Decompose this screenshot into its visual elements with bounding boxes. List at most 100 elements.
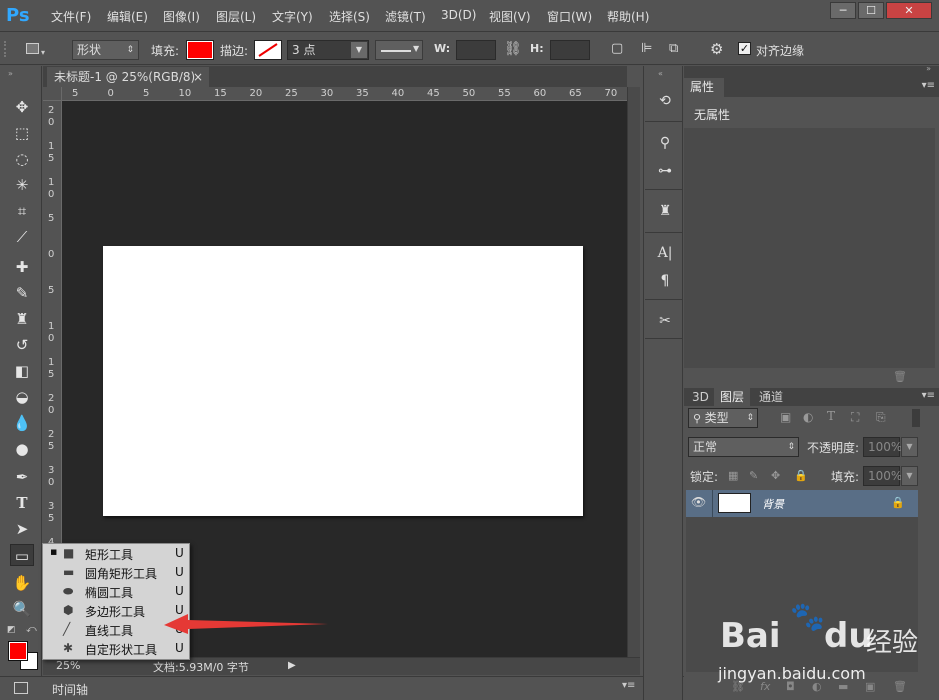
eraser-icon[interactable]: ◧ [10, 360, 34, 382]
link-icon[interactable]: ⛓ [504, 41, 522, 57]
collapse-arrows-icon[interactable]: » [926, 64, 931, 73]
zoom-tool-icon[interactable]: 🔍 [10, 598, 34, 620]
swap-colors-icon[interactable]: ⤺ [26, 624, 37, 635]
trash-icon[interactable]: 🗑 [893, 370, 907, 383]
height-field[interactable] [550, 40, 590, 60]
foreground-color-swatch[interactable] [8, 641, 28, 661]
timeline-menu-icon[interactable]: ▾≡ [622, 680, 635, 691]
stroke-type-select[interactable]: ▼ [375, 40, 423, 60]
menu-edit[interactable]: 编辑(E) [107, 8, 148, 25]
close-tab-icon[interactable]: × [193, 67, 203, 87]
menu-image[interactable]: 图像(I) [163, 8, 200, 25]
timeline-icon[interactable] [14, 682, 28, 694]
default-colors-icon[interactable]: ◩ [7, 625, 16, 635]
move-tool-icon[interactable]: ✥ [10, 96, 34, 118]
tab-layers[interactable]: 图层 [714, 388, 751, 406]
document-canvas[interactable] [103, 246, 583, 516]
blend-mode-select[interactable]: 正常 ⇕ [688, 437, 799, 457]
menu-file[interactable]: 文件(F) [51, 8, 91, 25]
healing-brush-icon[interactable]: ✚ [10, 256, 34, 278]
eye-icon[interactable]: 👁 [691, 495, 706, 509]
magic-wand-icon[interactable]: ✳ [10, 174, 34, 196]
opacity-field[interactable]: 100% [863, 437, 902, 457]
paragraph-panel-icon[interactable]: ¶ [654, 270, 676, 292]
history-panel-icon[interactable]: ⟲ [654, 90, 676, 112]
adjustments-panel-icon[interactable]: ⊶ [654, 160, 676, 182]
menu-select[interactable]: 选择(S) [329, 8, 370, 25]
filter-type-icon[interactable]: T [827, 409, 835, 423]
lock-transparent-icon[interactable]: ▦ [728, 469, 738, 482]
tab-properties[interactable]: 属性 [684, 78, 724, 97]
maximize-button[interactable]: ☐ [858, 2, 884, 19]
lock-image-icon[interactable]: ✎ [749, 469, 758, 482]
width-field[interactable] [456, 40, 496, 60]
panel-menu-icon[interactable]: ▾≡ [922, 80, 935, 91]
brush-tool-icon[interactable]: ✎ [10, 282, 34, 304]
marquee-tool-icon[interactable]: ⬚ [10, 122, 34, 144]
filter-adjustment-icon[interactable]: ◐ [803, 410, 813, 424]
collapse-arrows-icon[interactable]: « [658, 69, 663, 78]
eyedropper-icon[interactable]: ⟋ [10, 226, 34, 248]
lock-all-icon[interactable]: 🔒 [794, 469, 808, 482]
menu-view[interactable]: 视图(V) [489, 8, 531, 25]
brushes-panel-icon[interactable]: ⚲ [654, 132, 676, 154]
stroke-size-field[interactable]: 3 点 ▼ [287, 40, 369, 60]
gear-icon[interactable]: ⚙ [710, 40, 723, 58]
tab-3d[interactable]: 3D [686, 388, 715, 406]
close-window-button[interactable]: ✕ [886, 2, 932, 19]
collapse-arrows-icon[interactable]: » [8, 69, 13, 78]
filter-pixel-icon[interactable]: ▣ [780, 410, 791, 424]
hand-tool-icon[interactable]: ✋ [10, 572, 34, 594]
stroke-swatch[interactable] [254, 40, 282, 60]
history-brush-icon[interactable]: ↺ [10, 334, 34, 356]
align-edges-checkbox[interactable]: ✓ [738, 42, 751, 55]
tool-presets-icon[interactable]: ✂ [654, 310, 676, 332]
rectangle-tool-icon[interactable]: ▭ [10, 544, 34, 566]
blur-tool-icon[interactable]: 💧 [10, 412, 34, 434]
type-tool-icon[interactable]: T [10, 492, 34, 514]
fill-field[interactable]: 100% [863, 466, 902, 486]
dodge-tool-icon[interactable]: ● [10, 438, 34, 460]
stroke-size-dropdown-icon[interactable]: ▼ [351, 42, 367, 58]
clone-source-icon[interactable]: ♜ [654, 200, 676, 222]
status-arrow-icon[interactable]: ▶ [288, 660, 296, 671]
clone-stamp-icon[interactable]: ♜ [10, 308, 34, 330]
opacity-dropdown-icon[interactable]: ▼ [901, 437, 918, 457]
menu-3d[interactable]: 3D(D) [441, 8, 476, 22]
flyout-item-rectangle[interactable]: ▪ ■ 矩形工具 U [45, 544, 188, 563]
character-panel-icon[interactable]: A| [654, 242, 676, 264]
path-arrangement-icon[interactable]: ⧉ [669, 41, 678, 56]
filter-shape-icon[interactable]: ⛶ [851, 410, 859, 425]
lasso-tool-icon[interactable]: ◌ [10, 148, 34, 170]
tab-channels[interactable]: 通道 [753, 388, 789, 406]
minimize-button[interactable]: ─ [830, 2, 856, 19]
menu-layer[interactable]: 图层(L) [216, 8, 256, 25]
panel-menu-icon[interactable]: ▾≡ [922, 390, 935, 401]
document-tab[interactable]: 未标题-1 @ 25%(RGB/8) × [47, 67, 209, 87]
path-operations-icon[interactable]: ▢ [611, 41, 623, 56]
fill-swatch[interactable] [186, 40, 214, 60]
filter-toggle[interactable] [912, 409, 920, 427]
flyout-item-custom-shape[interactable]: ✱ 自定形状工具 U [45, 639, 188, 658]
zoom-level[interactable]: 25% [56, 659, 80, 672]
paint-bucket-icon[interactable]: ◒ [10, 386, 34, 408]
layer-filter-select[interactable]: ⚲ 类型 ⇕ [688, 408, 758, 428]
fill-dropdown-icon[interactable]: ▼ [901, 466, 918, 486]
filter-smartobject-icon[interactable]: ⎘ [876, 410, 886, 425]
timeline-label[interactable]: 时间轴 [52, 681, 88, 698]
flyout-item-ellipse[interactable]: ⬬ 椭圆工具 U [45, 582, 188, 601]
crop-tool-icon[interactable]: ⌗ [10, 200, 34, 222]
flyout-item-rounded-rectangle[interactable]: ▬ 圆角矩形工具 U [45, 563, 188, 582]
menu-filter[interactable]: 滤镜(T) [385, 8, 426, 25]
path-selection-icon[interactable]: ➤ [10, 518, 34, 540]
tool-preset-picker[interactable]: ▾ [24, 40, 46, 58]
vertical-scrollbar[interactable] [627, 87, 640, 657]
menu-help[interactable]: 帮助(H) [607, 8, 649, 25]
shape-mode-select[interactable]: 形状 ⇕ [72, 40, 139, 60]
path-alignment-icon[interactable]: ⊫ [641, 41, 652, 56]
lock-position-icon[interactable]: ✥ [771, 469, 780, 482]
layer-name[interactable]: 背景 [762, 496, 784, 512]
menu-window[interactable]: 窗口(W) [547, 8, 592, 25]
menu-type[interactable]: 文字(Y) [272, 8, 313, 25]
pen-tool-icon[interactable]: ✒ [10, 466, 34, 488]
